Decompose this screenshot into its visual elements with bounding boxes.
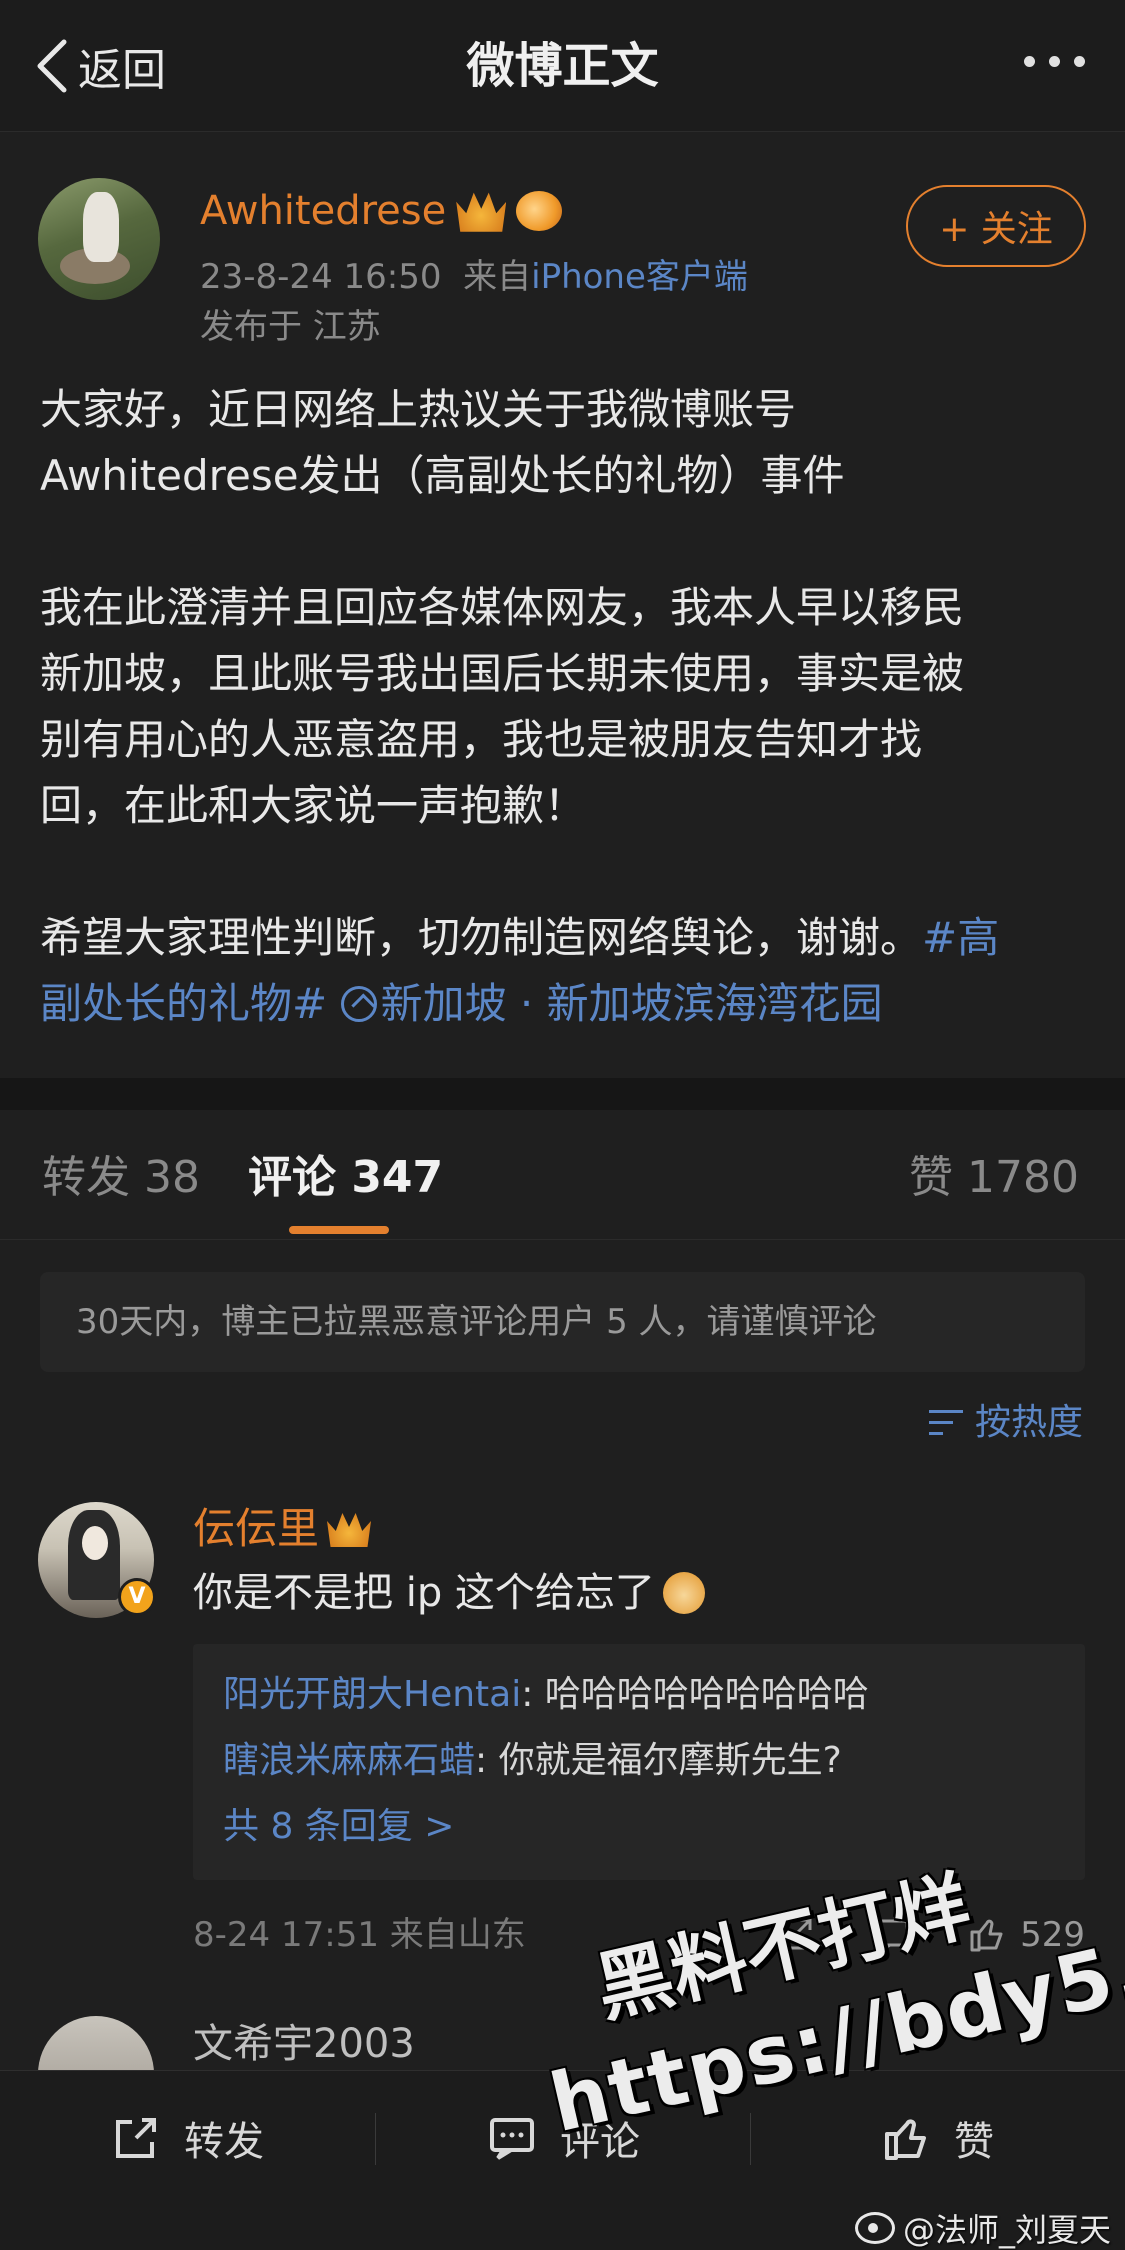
author-name[interactable]: Awhitedrese <box>200 183 446 239</box>
post-card: Awhitedrese 23-8-24 16:50 来自iPhone客户端 发布… <box>0 133 1125 1078</box>
divider <box>750 2113 751 2165</box>
hashtag-link[interactable]: #高 <box>922 913 999 962</box>
post-source[interactable]: iPhone客户端 <box>531 257 748 297</box>
share-icon[interactable] <box>774 1914 816 1956</box>
active-tab-indicator <box>289 1226 389 1234</box>
bottom-action-bar: 转发 评论 赞 @法师_刘夏天 <box>0 2070 1125 2250</box>
weibo-logo-icon <box>854 2212 895 2244</box>
tab-like[interactable]: 赞 1780 <box>909 1148 1079 1208</box>
more-icon[interactable] <box>1024 56 1085 67</box>
comment-author[interactable]: 伝伝里 <box>193 1500 372 1558</box>
image-credit: @法师_刘夏天 <box>854 2205 1111 2250</box>
comment-notice: 30天内，博主已拉黑恶意评论用户 5 人，请谨慎评论 <box>40 1272 1085 1372</box>
fish-badge-icon <box>516 191 563 231</box>
nav-bar: 返回 微博正文 <box>0 0 1125 132</box>
comment-actions: 529 <box>774 1908 1085 1962</box>
share-icon <box>116 2118 156 2158</box>
post-author[interactable]: Awhitedrese <box>200 183 563 239</box>
post-time: 23-8-24 16:50 <box>200 257 442 297</box>
comment-text: 你是不是把 ip 这个给忘了 <box>193 1564 705 1622</box>
comment-author[interactable]: 文希宇2003 <box>193 2016 415 2072</box>
crown-badge-icon <box>456 192 507 232</box>
sort-icon <box>928 1408 963 1438</box>
tab-comment[interactable]: 评论 347 <box>248 1148 443 1208</box>
avatar[interactable] <box>38 178 160 300</box>
comment-like-count: 529 <box>1020 1915 1085 1955</box>
post-paragraph-1: 大家好，近日网络上热议关于我微博账号 Awhitedrese发出（高副处长的礼物… <box>40 385 845 500</box>
from-prefix: 来自 <box>463 257 532 297</box>
reply-box[interactable]: 阳光开朗大Hentai: 哈哈哈哈哈哈哈哈哈 瞎浪米麻麻石蜡: 你就是福尔摩斯先… <box>193 1644 1085 1880</box>
more-replies-link[interactable]: 共 8 条回复 > <box>223 1794 1055 1860</box>
page-title: 微博正文 <box>466 38 659 94</box>
comment-icon[interactable] <box>870 1914 912 1956</box>
tab-repost[interactable]: 转发 38 <box>42 1148 200 1208</box>
crown-badge-icon <box>327 1513 372 1547</box>
post-paragraph-3: 希望大家理性判断，切勿制造网络舆论，谢谢。#高 副处长的礼物# 新加坡 · 新加… <box>40 913 1000 1028</box>
sort-label[interactable]: 按热度 <box>975 1398 1083 1448</box>
reply-item[interactable]: 阳光开朗大Hentai: 哈哈哈哈哈哈哈哈哈 <box>223 1662 1055 1728</box>
post-body: 大家好，近日网络上热议关于我微博账号 Awhitedrese发出（高副处长的礼物… <box>40 377 1090 1037</box>
comment-button[interactable]: 评论 <box>486 2103 640 2173</box>
post-meta: 23-8-24 16:50 来自iPhone客户端 <box>200 253 748 301</box>
verified-badge-icon: V <box>118 1578 156 1616</box>
location-icon <box>340 986 377 1022</box>
thumbs-up-icon <box>970 1919 1003 1952</box>
reply-item[interactable]: 瞎浪米麻麻石蜡: 你就是福尔摩斯先生? <box>223 1728 1055 1794</box>
sort-button[interactable]: 按热度 <box>928 1398 1083 1448</box>
location-tag[interactable]: 新加坡 · 新加坡滨海湾花园 <box>340 979 883 1028</box>
section-divider <box>0 1078 1125 1110</box>
doge-emoji-icon <box>662 1572 705 1614</box>
post-location: 发布于 江苏 <box>200 307 381 347</box>
comment-avatar[interactable]: V <box>38 1502 156 1618</box>
comment-icon <box>490 2118 534 2160</box>
post-paragraph-2: 我在此澄清并且回应各媒体网友，我本人早以移民 新加坡，且此账号我出国后长期未使用… <box>40 583 965 830</box>
hashtag-link-cont[interactable]: 副处长的礼物# <box>40 979 327 1028</box>
repost-button[interactable]: 转发 <box>110 2103 264 2173</box>
comment-like-button[interactable]: 529 <box>966 1908 1085 1962</box>
divider <box>375 2113 376 2165</box>
post-tabs: 转发 38 评论 347 赞 1780 <box>0 1110 1125 1240</box>
follow-button[interactable]: + 关注 <box>906 185 1086 267</box>
thumbs-up-icon <box>885 2119 926 2160</box>
like-button[interactable]: 赞 <box>880 2103 994 2173</box>
comment-footer: 8-24 17:51 来自山东 529 <box>193 1908 1085 1962</box>
comment-time: 8-24 17:51 来自山东 <box>193 1915 526 1955</box>
